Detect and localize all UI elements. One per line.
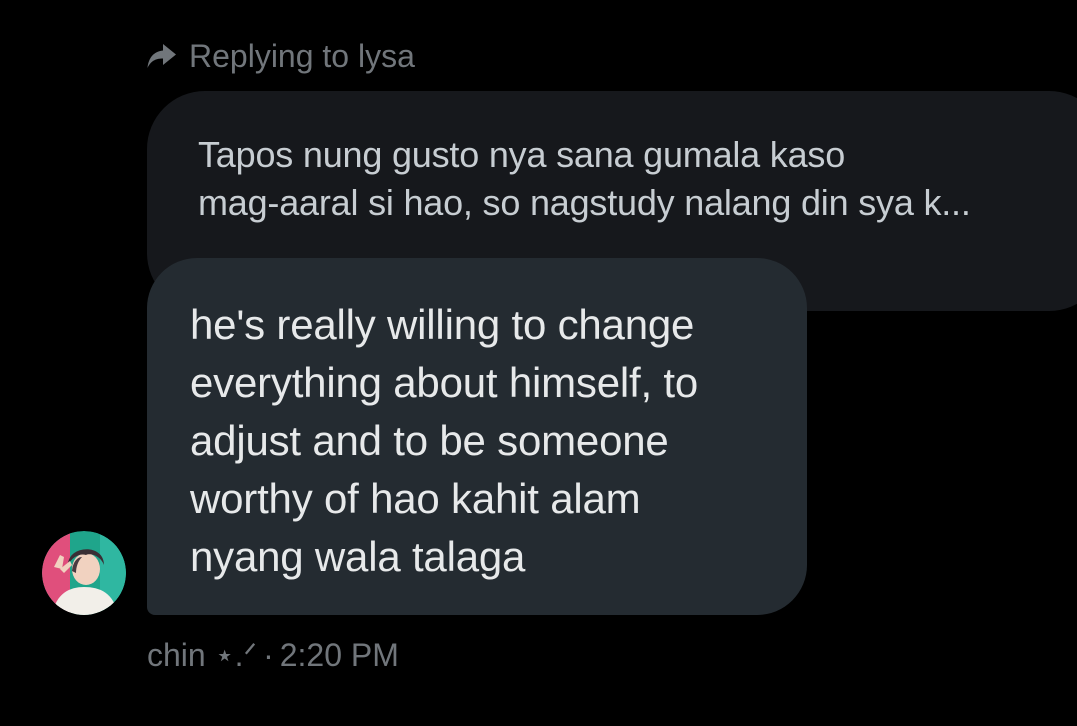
sender-avatar[interactable] (42, 531, 126, 615)
message-line: he's really willing to change (190, 301, 695, 348)
message-line: worthy of hao kahit alam (190, 475, 641, 522)
message-text: he's really willing to change everything… (190, 296, 790, 586)
reply-arrow-icon (146, 41, 178, 71)
message-line: adjust and to be someone (190, 417, 669, 464)
quoted-message-line: Tapos nung gusto nya sana gumala kaso (198, 134, 846, 175)
reply-context-label: Replying to lysa (189, 37, 415, 74)
meta-separator: · (263, 636, 274, 673)
dm-conversation-view: Replying to lysa Tapos nung gusto nya sa… (0, 0, 1077, 726)
message-line: everything about himself, to (190, 359, 699, 406)
message-timestamp: 2:20 PM (279, 636, 399, 673)
reply-context: Replying to lysa (146, 34, 415, 78)
sender-name[interactable]: chin ⋆.ᐟ (147, 636, 257, 674)
quoted-message-line: mag-aaral si hao, so nagstudy nalang din… (198, 182, 971, 223)
quoted-message-text: Tapos nung gusto nya sana gumala kaso ma… (198, 131, 1077, 227)
message-meta: chin ⋆.ᐟ · 2:20 PM (147, 634, 399, 676)
message-line: nyang wala talaga (190, 533, 526, 580)
